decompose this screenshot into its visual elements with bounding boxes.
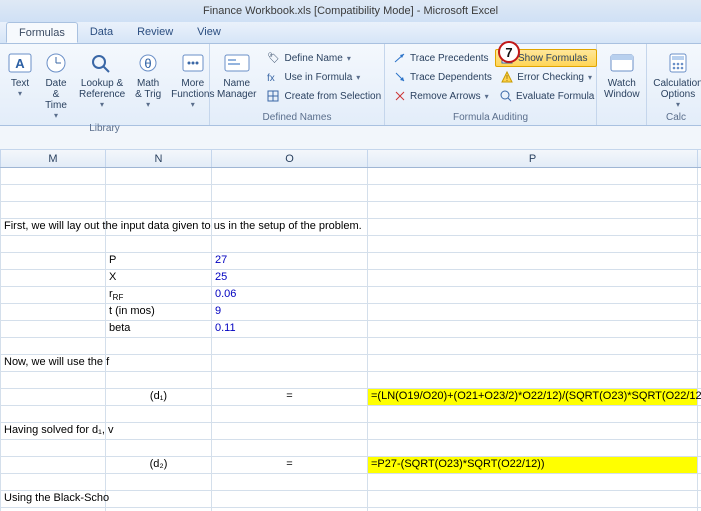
cell-intro[interactable]: First, we will lay out the input data gi… [0,219,106,235]
warning-icon: ! [500,70,513,84]
svg-text:A: A [15,56,25,71]
cell-having-solved[interactable]: Having solved for d₁, v [0,423,106,439]
watch-window-icon [607,50,637,76]
cell-rrf-label[interactable]: rRF [106,287,212,303]
cell-d1-formula[interactable]: =(LN(O19/O20)+(O21+O23/2)*O22/12)/(SQRT(… [368,389,698,405]
ribbon-tabs: Formulas Data Review View [0,22,701,44]
calculator-icon [663,50,693,76]
group-watch-window: Watch Window [597,44,647,125]
cell-X-value[interactable]: 25 [212,270,368,286]
tab-formulas[interactable]: Formulas [6,22,78,43]
tag-icon: 🏷 [266,51,280,65]
tab-review[interactable]: Review [125,22,185,43]
chevron-down-icon: ▾ [146,100,150,109]
more-icon [178,50,208,76]
cell-using-bs[interactable]: Using the Black-Scho [0,491,106,507]
group-defined-names: Name Manager 🏷Define Name ▾ fxUse in For… [210,44,385,125]
group-label-defined-names: Defined Names [214,110,380,125]
window-title: Finance Workbook.xls [Compatibility Mode… [0,0,701,22]
col-header-N[interactable]: N [106,150,212,167]
chevron-down-icon: ▾ [485,92,489,101]
group-label-library: Library [4,121,205,136]
text-functions-button[interactable]: A Text▾ [4,47,36,121]
remove-icon [394,89,406,103]
worksheet[interactable]: M N O P First, we will lay out the input… [0,150,701,511]
evaluate-formula-button[interactable]: Evaluate Formula [495,87,597,105]
chevron-down-icon: ▾ [54,111,58,120]
create-from-selection-button[interactable]: Create from Selection [261,87,386,105]
chevron-down-icon: ▾ [588,73,592,82]
lookup-reference-button[interactable]: Lookup & Reference▾ [76,47,128,121]
svg-text:!: ! [506,74,508,83]
column-headers: M N O P [0,150,701,168]
cell-X-label[interactable]: X [106,270,212,286]
cell-P-value[interactable]: 27 [212,253,368,269]
arrow-in-icon [394,51,406,65]
cell-d2-formula[interactable]: =P27-(SQRT(O23)*SQRT(O22/12)) [368,457,698,473]
chevron-down-icon: ▾ [100,100,104,109]
arrow-out-icon [394,70,406,84]
cell-d2-label[interactable]: (d₂) [106,457,212,473]
text-icon: A [5,50,35,76]
tab-view[interactable]: View [185,22,233,43]
cell-d1-label[interactable]: (d₁) [106,389,212,405]
trace-precedents-button[interactable]: Trace Precedents [389,49,493,67]
tab-data[interactable]: Data [78,22,125,43]
chevron-down-icon: ▾ [347,54,351,63]
group-label-auditing: Formula Auditing [389,110,592,125]
col-header-O[interactable]: O [212,150,368,167]
calculation-options-button[interactable]: Calculation Options▾ [651,47,701,110]
fx-icon: fx [266,70,280,84]
cell-now-use[interactable]: Now, we will use the f [0,355,106,371]
trace-dependents-button[interactable]: Trace Dependents [389,68,493,86]
cell-beta-value[interactable]: 0.11 [212,321,368,337]
name-manager-icon [222,50,252,76]
col-header-P[interactable]: P [368,150,698,167]
grid-icon [266,89,280,103]
group-label-calc: Calc [651,110,701,125]
cell-t-label[interactable]: t (in mos) [106,304,212,320]
ribbon: 7 A Text▾ Date & Time▾ Lookup & Referenc… [0,44,701,126]
cell-t-value[interactable]: 9 [212,304,368,320]
date-time-button[interactable]: Date & Time▾ [38,47,74,121]
chevron-down-icon: ▾ [356,73,360,82]
cell-rrf-value[interactable]: 0.06 [212,287,368,303]
group-function-library: A Text▾ Date & Time▾ Lookup & Reference▾… [0,44,210,125]
name-manager-button[interactable]: Name Manager [214,47,259,110]
chevron-down-icon: ▾ [191,100,195,109]
step-badge-7: 7 [498,41,520,63]
cell-beta-label[interactable]: beta [106,321,212,337]
svg-text:θ: θ [145,56,152,71]
chevron-down-icon: ▾ [676,100,680,109]
define-name-button[interactable]: 🏷Define Name ▾ [261,49,386,67]
group-calculation: Calculation Options▾ Calc [647,44,701,125]
col-header-M[interactable]: M [0,150,106,167]
clock-icon [41,50,71,76]
remove-arrows-button[interactable]: Remove Arrows ▾ [389,87,493,105]
cell-eq2[interactable]: = [212,457,368,473]
watch-window-button[interactable]: Watch Window [601,47,643,110]
cell-eq1[interactable]: = [212,389,368,405]
chevron-down-icon: ▾ [18,89,22,98]
error-checking-button[interactable]: !Error Checking ▾ [495,68,597,86]
svg-text:fx: fx [267,73,275,83]
use-in-formula-button[interactable]: fxUse in Formula ▾ [261,68,386,86]
group-formula-auditing: Trace Precedents Trace Dependents Remove… [385,44,597,125]
theta-icon: θ [133,50,163,76]
magnify-icon [500,89,512,103]
math-trig-button[interactable]: θ Math & Trig▾ [130,47,166,121]
cell-P-label[interactable]: P [106,253,212,269]
lookup-icon [87,50,117,76]
